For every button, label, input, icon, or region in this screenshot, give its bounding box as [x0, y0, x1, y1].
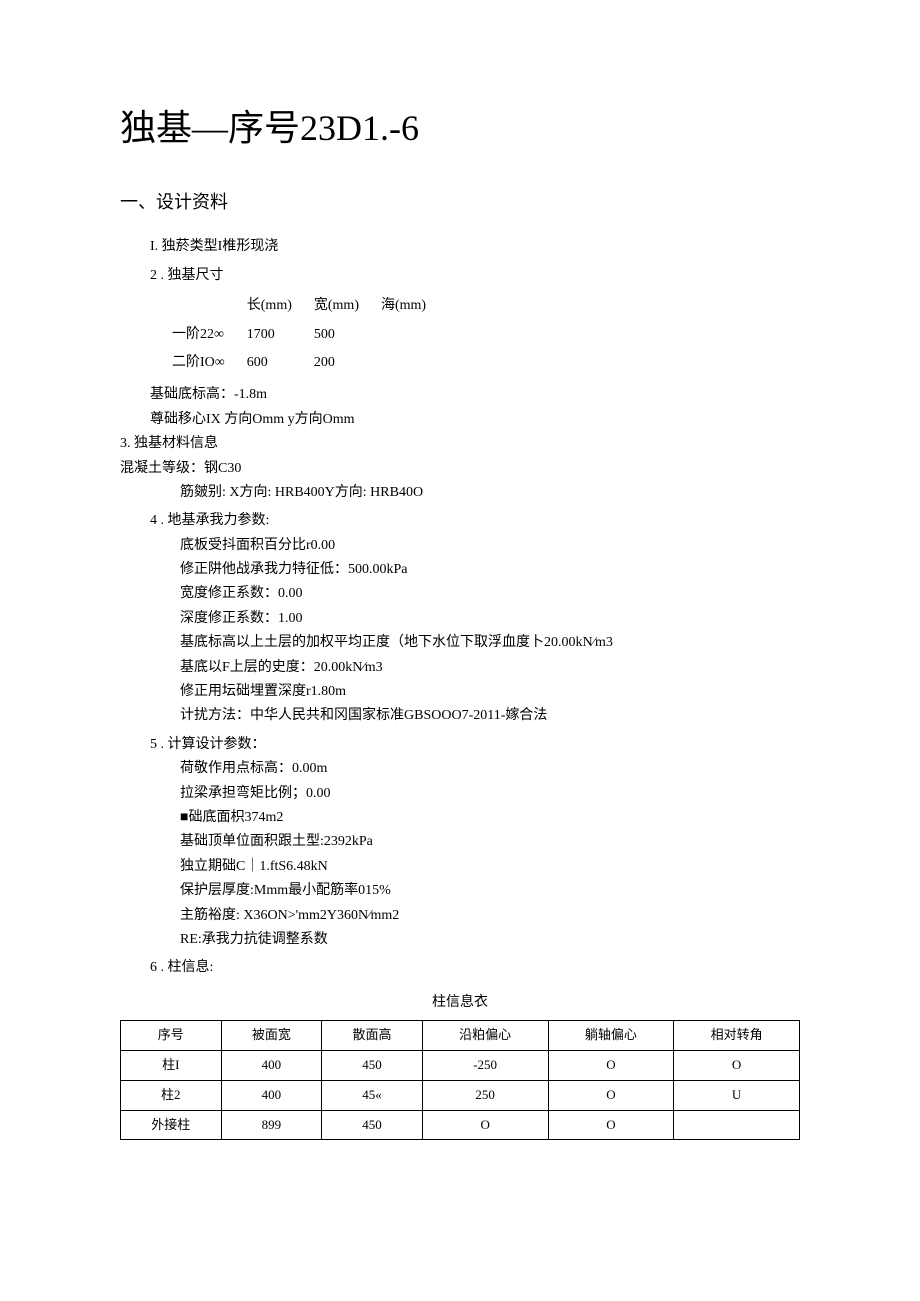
table-cell: O	[548, 1110, 674, 1140]
item-4-line: 基底以F上层的史度：20.00kN⁄m3	[180, 657, 800, 679]
item-5-line: 基础顶单位面积跟土型:2392kPa	[180, 831, 800, 853]
item-4-label: 4 . 地基承我力参数:	[150, 510, 800, 532]
item-4-line: 深度修正系数：1.00	[180, 608, 800, 630]
page-title: 独基—序号23D1.-6	[120, 100, 800, 158]
item-5-label: 5 . 计算设计参数：	[150, 734, 800, 756]
item-4-line: 修正用坛础埋置深度r1.80m	[180, 681, 800, 703]
table-header: 沿粕偏心	[422, 1021, 548, 1051]
table-cell	[674, 1110, 800, 1140]
table-row: 柱2 400 45« 250 O U	[121, 1080, 800, 1110]
item-6-label: 6 . 柱信息:	[150, 957, 800, 979]
dimension-table: 长(mm) 宽(mm) 海(mm) 一阶22∞ 1700 500 二阶IO∞ 6…	[170, 291, 448, 378]
table-header: 被面宽	[221, 1021, 322, 1051]
dim-header-width: 宽(mm)	[314, 293, 379, 319]
item-5-line: ■础底面枳374m2	[180, 807, 800, 829]
table-cell: 柱2	[121, 1080, 222, 1110]
dim-cell: 1700	[247, 322, 312, 348]
table-cell: 899	[221, 1110, 322, 1140]
table-cell: 400	[221, 1050, 322, 1080]
table-cell: O	[674, 1050, 800, 1080]
item-4-line: 底板受抖面积百分比r0.00	[180, 535, 800, 557]
item-5-line: 荷敬作用点标高：0.00m	[180, 758, 800, 780]
table-row: 长(mm) 宽(mm) 海(mm)	[172, 293, 446, 319]
column-info-table: 序号 被面宽 散面高 沿粕偏心 躺轴偏心 相对转角 柱I 400 450 -25…	[120, 1020, 800, 1140]
table-header: 序号	[121, 1021, 222, 1051]
section-1-heading: 一、设计资料	[120, 188, 800, 217]
item-3-label: 3. 独基材料信息	[120, 433, 800, 455]
item-5-line: 主筋裕度: X36ON>'mm2Y360N⁄mm2	[180, 905, 800, 927]
table-cell: 400	[221, 1080, 322, 1110]
base-elevation: 基础底标高：-1.8m	[150, 384, 800, 406]
item-5-line: RE:承我力抗徒调整系数	[180, 929, 800, 951]
table-row: 二阶IO∞ 600 200	[172, 350, 446, 376]
offset-text: 尊础移心IX 方向Omm y方向Omm	[150, 409, 800, 431]
dim-header-height: 海(mm)	[381, 293, 446, 319]
table-header: 散面高	[322, 1021, 423, 1051]
dim-cell: 600	[247, 350, 312, 376]
table-caption: 柱信息衣	[120, 992, 800, 1014]
item-1: I. 独菸类型I椎形现浇	[150, 236, 800, 258]
table-row: 一阶22∞ 1700 500	[172, 322, 446, 348]
item-4-line: 宽度修正系数：0.00	[180, 583, 800, 605]
item-5-line: 保护层厚度:Mmm最小配筋率015%	[180, 880, 800, 902]
table-cell: 450	[322, 1110, 423, 1140]
table-row: 序号 被面宽 散面高 沿粕偏心 躺轴偏心 相对转角	[121, 1021, 800, 1051]
item-4-line: 计扰方法：中华人民共和冈国家标准GBSOOO7-2011-嫁合法	[180, 705, 800, 727]
table-cell: O	[548, 1080, 674, 1110]
dim-cell: 200	[314, 350, 379, 376]
table-row: 柱I 400 450 -250 O O	[121, 1050, 800, 1080]
table-cell: 250	[422, 1080, 548, 1110]
table-cell: U	[674, 1080, 800, 1110]
table-cell: -250	[422, 1050, 548, 1080]
dim-row-label: 一阶22∞	[172, 322, 245, 348]
dim-header-length: 长(mm)	[247, 293, 312, 319]
table-cell: O	[548, 1050, 674, 1080]
rebar-spec: 筋皴别: X方向: HRB400Y方向: HRB40O	[180, 482, 800, 504]
table-cell: 450	[322, 1050, 423, 1080]
item-4-line: 修正阱他战承我力特征低：500.00kPa	[180, 559, 800, 581]
item-2-label: 2 . 独基尺寸	[150, 265, 800, 287]
table-cell: 柱I	[121, 1050, 222, 1080]
table-header: 躺轴偏心	[548, 1021, 674, 1051]
item-5-line: 拉梁承担弯矩比例；0.00	[180, 783, 800, 805]
table-header: 相对转角	[674, 1021, 800, 1051]
item-5-line: 独立期础C｜1.ftS6.48kN	[180, 856, 800, 878]
item-4-line: 基底标高以上土层的加权平均正度（地下水位下取浮血度卜20.00kN⁄m3	[180, 632, 800, 654]
concrete-grade: 混凝土等级：钢C30	[120, 458, 800, 480]
table-row: 外接柱 899 450 O O	[121, 1110, 800, 1140]
table-cell: 45«	[322, 1080, 423, 1110]
dim-row-label: 二阶IO∞	[172, 350, 245, 376]
table-cell: 外接柱	[121, 1110, 222, 1140]
table-cell: O	[422, 1110, 548, 1140]
dim-cell: 500	[314, 322, 379, 348]
